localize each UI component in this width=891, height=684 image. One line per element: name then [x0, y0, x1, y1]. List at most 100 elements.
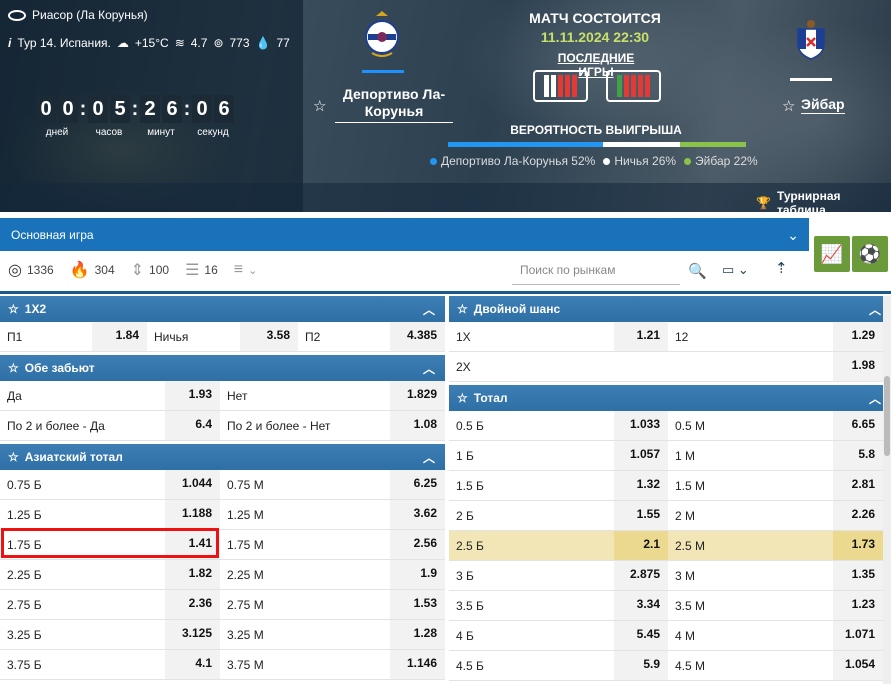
odds-button[interactable]: 1.29	[833, 322, 883, 351]
odds-button[interactable]: 3.62	[390, 500, 445, 529]
home-team-name[interactable]: Депортиво Ла-Корунья	[335, 86, 453, 123]
odds-button[interactable]: 2.56	[390, 530, 445, 559]
odds-button[interactable]: 1.53	[390, 590, 445, 619]
probability-legend-item: Ничья 26%	[603, 154, 676, 168]
field-button[interactable]: ⚽	[852, 236, 888, 272]
search-icon[interactable]: 🔍	[688, 262, 707, 280]
outcome-label: 2.75 М	[227, 597, 264, 612]
scrollbar-thumb[interactable]	[884, 376, 890, 456]
chart-button[interactable]: 📈	[814, 236, 850, 272]
odds-button[interactable]: 2.36	[165, 590, 220, 619]
odds-button[interactable]: 1.23	[833, 591, 883, 620]
odds-button[interactable]: 1.057	[614, 441, 668, 470]
chevron-up-icon[interactable]: ︿	[423, 301, 435, 318]
outcome-label: 2.5 Б	[456, 538, 484, 553]
filter-stats[interactable]: ☰ 16	[185, 260, 218, 280]
chevron-up-icon[interactable]: ︿	[423, 449, 435, 466]
odds-button[interactable]: 3.58	[240, 322, 298, 351]
odds-button[interactable]: 5.8	[833, 441, 883, 470]
odds-button[interactable]: 1.28	[390, 620, 445, 649]
odds-button[interactable]: 2.1	[614, 531, 668, 560]
filter-count: 100	[149, 263, 170, 277]
outcome-label: 3.25 М	[227, 627, 264, 642]
odds-button[interactable]	[614, 352, 668, 381]
odds-button[interactable]: 4.1	[165, 650, 220, 679]
layout-toggle-icon[interactable]: ▭ ⌄	[722, 262, 749, 278]
odds-button[interactable]: 1.9	[390, 560, 445, 589]
timer-digit: 6	[214, 95, 234, 123]
odds-button[interactable]: 5.45	[614, 621, 668, 650]
favorite-star-icon[interactable]: ☆	[313, 97, 326, 115]
favorite-star-icon[interactable]: ☆	[8, 450, 19, 464]
favorite-star-icon[interactable]: ☆	[8, 361, 19, 375]
odds-button[interactable]: 6.25	[390, 470, 445, 499]
market-header[interactable]: ☆ 1X2 ︿	[0, 296, 445, 322]
odds-button[interactable]: 1.044	[165, 470, 220, 499]
odds-button[interactable]: 1.071	[833, 621, 883, 650]
outcome-label: Да	[7, 388, 22, 403]
odds-button[interactable]: 3.125	[165, 620, 220, 649]
market-header[interactable]: ☆ Обе забьют ︿	[0, 355, 445, 381]
odds-button[interactable]: 1.35	[833, 561, 883, 590]
filter-more[interactable]: ≡ ⌄	[234, 261, 258, 279]
filter-all[interactable]: ◎ 1336	[8, 260, 54, 280]
odds-button[interactable]: 1.188	[165, 500, 220, 529]
outcome-label: 12	[675, 329, 689, 344]
market-title: Обе забьют	[24, 361, 95, 375]
favorite-star-icon[interactable]: ☆	[457, 391, 468, 405]
odds-button[interactable]: 4.385	[390, 322, 445, 351]
odds-button[interactable]: 6.4	[165, 411, 220, 440]
odds-button[interactable]: 1.55	[614, 501, 668, 530]
odds-button[interactable]: 1.033	[614, 411, 668, 440]
market-header[interactable]: ☆ Тотал ︿	[449, 385, 891, 411]
market-title: 1X2	[24, 302, 47, 316]
odds-button[interactable]: 2.81	[833, 471, 883, 500]
odds-button[interactable]: 1.054	[833, 651, 883, 680]
chevron-up-icon[interactable]: ︿	[869, 390, 881, 407]
filter-count: 304	[94, 263, 115, 277]
odds-button[interactable]: 1.73	[833, 531, 883, 560]
away-form[interactable]	[606, 70, 661, 102]
home-form[interactable]	[533, 70, 588, 102]
odds-button[interactable]: 1.93	[165, 381, 220, 410]
game-type-value: Основная игра	[11, 227, 94, 242]
favorite-star-icon[interactable]: ☆	[8, 302, 19, 316]
odds-button[interactable]: 1.84	[92, 322, 147, 351]
market-header[interactable]: ☆ Азиатский тотал ︿	[0, 444, 445, 470]
away-team-logo[interactable]	[795, 18, 827, 60]
odds-button[interactable]: 1.08	[390, 411, 445, 440]
odds-button[interactable]: 1.32	[614, 471, 668, 500]
filter-updown[interactable]: ⇕ 100	[131, 260, 169, 280]
odds-button[interactable]: 6.65	[833, 411, 883, 440]
odds-button[interactable]: 1.829	[390, 381, 445, 410]
favorite-star-icon[interactable]: ☆	[457, 302, 468, 316]
updown-icon: ⇕	[130, 262, 145, 279]
odds-button[interactable]: 5.9	[614, 651, 668, 680]
away-team-name[interactable]: Эйбар	[801, 96, 845, 114]
market-row: 0.5 Б 1.033 0.5 М 6.65	[449, 411, 891, 441]
standings-link[interactable]: 🏆 Турнирная таблица	[756, 189, 891, 212]
outcome-label: 1.75 М	[227, 537, 264, 552]
odds-button[interactable]: 1.21	[614, 322, 668, 351]
temperature-value: +15°C	[134, 36, 169, 50]
market-row: 3.75 Б 4.1 3.75 М 1.146	[0, 650, 445, 680]
market-header[interactable]: ☆ Двойной шанс ︿	[449, 296, 891, 322]
odds-button[interactable]: 1.98	[833, 352, 883, 381]
odds-button[interactable]: 3.34	[614, 591, 668, 620]
odds-button[interactable]: 1.146	[390, 650, 445, 679]
chevron-up-icon[interactable]: ︿	[423, 360, 435, 377]
collapse-all-icon[interactable]: ⇡	[775, 259, 788, 277]
favorite-star-icon[interactable]: ☆	[782, 97, 795, 115]
outcome-label: 2 Б	[456, 508, 474, 523]
odds-button[interactable]: 2.875	[614, 561, 668, 590]
odds-button[interactable]: 1.82	[165, 560, 220, 589]
home-team-logo[interactable]	[362, 10, 402, 60]
chevron-up-icon[interactable]: ︿	[869, 301, 881, 318]
market-search-input[interactable]: Поиск по рынкам	[512, 257, 680, 285]
odds-button[interactable]: 2.26	[833, 501, 883, 530]
venue-name: Риасор (Ла Корунья)	[32, 8, 148, 22]
game-type-select[interactable]: Основная игра ⌄	[0, 218, 809, 251]
scrollbar[interactable]	[883, 296, 891, 684]
filter-popular[interactable]: 🔥 304	[70, 260, 115, 280]
outcome-label: 3.25 Б	[7, 627, 42, 642]
